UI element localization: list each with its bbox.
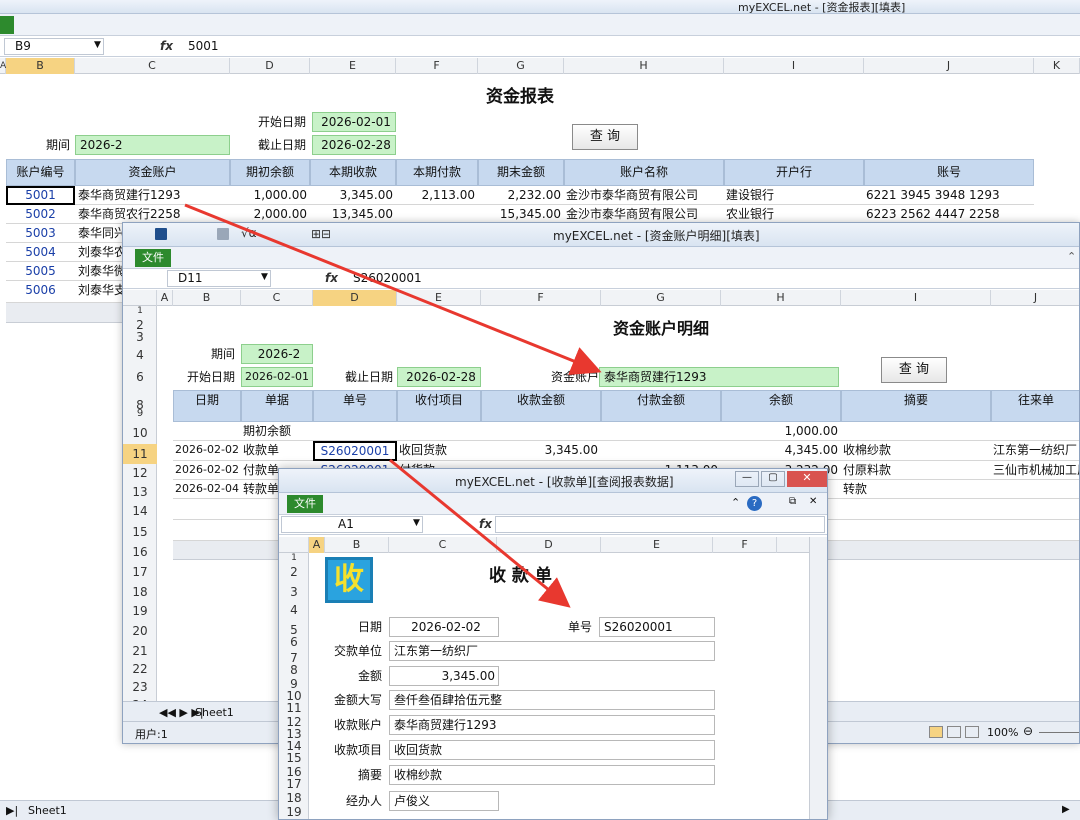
arrow-overlay (184, 203, 602, 608)
arrow-line (184, 203, 602, 375)
arrow-line (389, 458, 571, 608)
